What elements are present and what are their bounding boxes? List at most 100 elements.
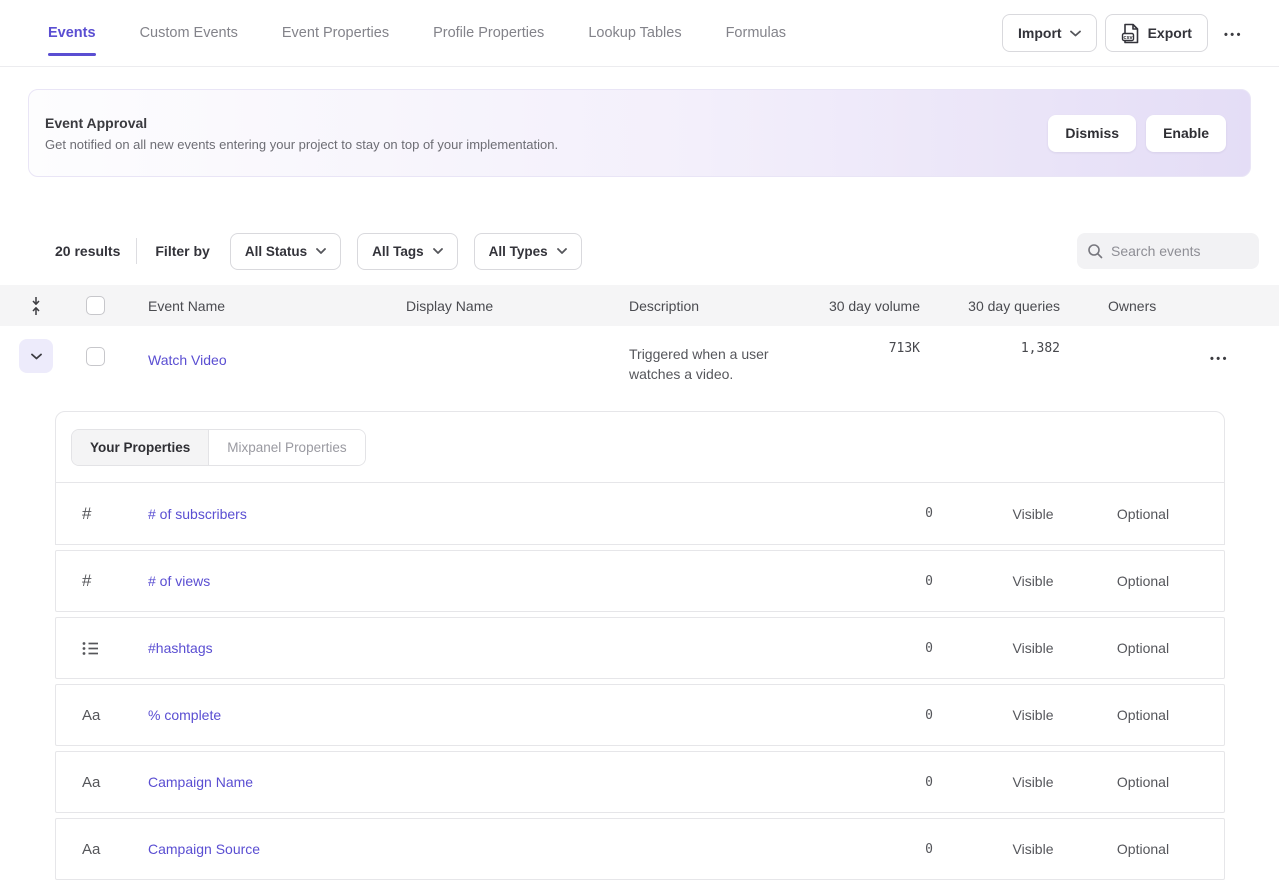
- collapse-row-button[interactable]: [19, 339, 53, 373]
- column-30-day-queries: 30 day queries: [920, 298, 1060, 314]
- property-row: Aa % complete 0 Visible Optional: [55, 684, 1225, 746]
- tab-events[interactable]: Events: [48, 0, 96, 66]
- property-name-link[interactable]: Campaign Source: [148, 841, 260, 857]
- banner-description: Get notified on all new events entering …: [45, 137, 1048, 152]
- row-checkbox[interactable]: [86, 347, 105, 366]
- event-approval-banner: Event Approval Get notified on all new e…: [28, 89, 1251, 177]
- ellipsis-icon: •••: [1210, 353, 1229, 365]
- dismiss-button[interactable]: Dismiss: [1048, 115, 1136, 152]
- ellipsis-icon: •••: [1224, 29, 1243, 41]
- property-count: 0: [888, 842, 978, 857]
- nav-tabs: Events Custom Events Event Properties Pr…: [48, 0, 1002, 66]
- property-count: 0: [888, 506, 978, 521]
- property-requirement: Optional: [1088, 573, 1198, 589]
- property-row: # # of views 0 Visible Optional: [55, 550, 1225, 612]
- property-requirement: Optional: [1088, 841, 1198, 857]
- import-button-label: Import: [1018, 25, 1062, 41]
- tab-mixpanel-properties[interactable]: Mixpanel Properties: [209, 430, 364, 465]
- property-name-link[interactable]: Campaign Name: [148, 774, 253, 790]
- select-all-checkbox[interactable]: [86, 296, 105, 315]
- export-button[interactable]: csv Export: [1105, 14, 1208, 52]
- banner-title: Event Approval: [45, 115, 1048, 131]
- list-type-icon: [82, 641, 100, 656]
- types-filter-label: All Types: [489, 244, 548, 259]
- number-type-icon: #: [82, 571, 91, 591]
- search-box: [1077, 233, 1259, 269]
- csv-file-icon: csv: [1121, 23, 1140, 44]
- property-visibility: Visible: [978, 707, 1088, 723]
- column-display-name: Display Name: [406, 298, 629, 314]
- tab-lookup-tables[interactable]: Lookup Tables: [588, 0, 681, 66]
- text-type-icon: Aa: [82, 841, 100, 858]
- property-row: Aa Campaign Source 0 Visible Optional: [55, 818, 1225, 880]
- search-icon: [1087, 243, 1103, 259]
- banner-text: Event Approval Get notified on all new e…: [45, 115, 1048, 152]
- svg-text:csv: csv: [1123, 35, 1133, 41]
- filter-by-label: Filter by: [155, 243, 209, 259]
- property-count: 0: [888, 708, 978, 723]
- property-count: 0: [888, 641, 978, 656]
- chevron-down-icon: [557, 248, 567, 254]
- property-visibility: Visible: [978, 841, 1088, 857]
- tab-profile-properties[interactable]: Profile Properties: [433, 0, 544, 66]
- row-more-menu-button[interactable]: •••: [1202, 344, 1237, 371]
- tags-filter-dropdown[interactable]: All Tags: [357, 233, 458, 270]
- status-filter-dropdown[interactable]: All Status: [230, 233, 341, 270]
- property-name-link[interactable]: # of subscribers: [148, 506, 247, 522]
- property-count: 0: [888, 574, 978, 589]
- text-type-icon: Aa: [82, 707, 100, 724]
- property-requirement: Optional: [1088, 707, 1198, 723]
- search-input[interactable]: [1111, 243, 1241, 259]
- chevron-down-icon: [31, 353, 42, 360]
- event-name-link[interactable]: Watch Video: [148, 352, 227, 368]
- event-30-day-volume: 713K: [889, 334, 920, 356]
- property-visibility: Visible: [978, 640, 1088, 656]
- text-type-icon: Aa: [82, 774, 100, 791]
- event-30-day-queries: 1,382: [1021, 334, 1060, 356]
- import-button[interactable]: Import: [1002, 14, 1097, 52]
- collapse-all-icon[interactable]: [30, 296, 42, 316]
- events-table-header: Event Name Display Name Description 30 d…: [0, 285, 1279, 326]
- property-visibility: Visible: [978, 573, 1088, 589]
- tab-formulas[interactable]: Formulas: [726, 0, 786, 66]
- table-row-watch-video: Watch Video Triggered when a user watche…: [0, 326, 1279, 411]
- column-description: Description: [629, 298, 820, 314]
- property-name-link[interactable]: #hashtags: [148, 640, 213, 656]
- filter-bar: 20 results Filter by All Status All Tags…: [55, 233, 1259, 269]
- event-description: Triggered when a user watches a video.: [629, 339, 820, 384]
- property-row: Aa Campaign Name 0 Visible Optional: [55, 751, 1225, 813]
- banner-actions: Dismiss Enable: [1048, 115, 1226, 152]
- enable-button[interactable]: Enable: [1146, 115, 1226, 152]
- chevron-down-icon: [316, 248, 326, 254]
- more-menu-button[interactable]: •••: [1216, 20, 1251, 47]
- results-count: 20 results: [55, 243, 120, 259]
- properties-tab-control: Your Properties Mixpanel Properties: [71, 429, 366, 466]
- property-requirement: Optional: [1088, 506, 1198, 522]
- export-button-label: Export: [1148, 25, 1192, 41]
- properties-panel-header: Your Properties Mixpanel Properties: [55, 411, 1225, 483]
- number-type-icon: #: [82, 504, 91, 524]
- property-name-link[interactable]: % complete: [148, 707, 221, 723]
- chevron-down-icon: [1070, 30, 1081, 37]
- tab-custom-events[interactable]: Custom Events: [140, 0, 238, 66]
- property-name-link[interactable]: # of views: [148, 573, 210, 589]
- column-30-day-volume: 30 day volume: [820, 298, 920, 314]
- chevron-down-icon: [433, 248, 443, 254]
- nav-actions: Import csv Export •••: [1002, 0, 1251, 66]
- property-requirement: Optional: [1088, 640, 1198, 656]
- column-owners: Owners: [1060, 298, 1160, 314]
- tags-filter-label: All Tags: [372, 244, 424, 259]
- tab-your-properties[interactable]: Your Properties: [72, 430, 209, 465]
- property-row: #hashtags 0 Visible Optional: [55, 617, 1225, 679]
- types-filter-dropdown[interactable]: All Types: [474, 233, 582, 270]
- divider: [136, 238, 137, 264]
- top-navigation: Events Custom Events Event Properties Pr…: [0, 0, 1279, 67]
- property-requirement: Optional: [1088, 774, 1198, 790]
- tab-event-properties[interactable]: Event Properties: [282, 0, 389, 66]
- property-visibility: Visible: [978, 774, 1088, 790]
- property-visibility: Visible: [978, 506, 1088, 522]
- status-filter-label: All Status: [245, 244, 307, 259]
- property-row: # # of subscribers 0 Visible Optional: [55, 483, 1225, 545]
- property-count: 0: [888, 775, 978, 790]
- column-event-name: Event Name: [118, 298, 406, 314]
